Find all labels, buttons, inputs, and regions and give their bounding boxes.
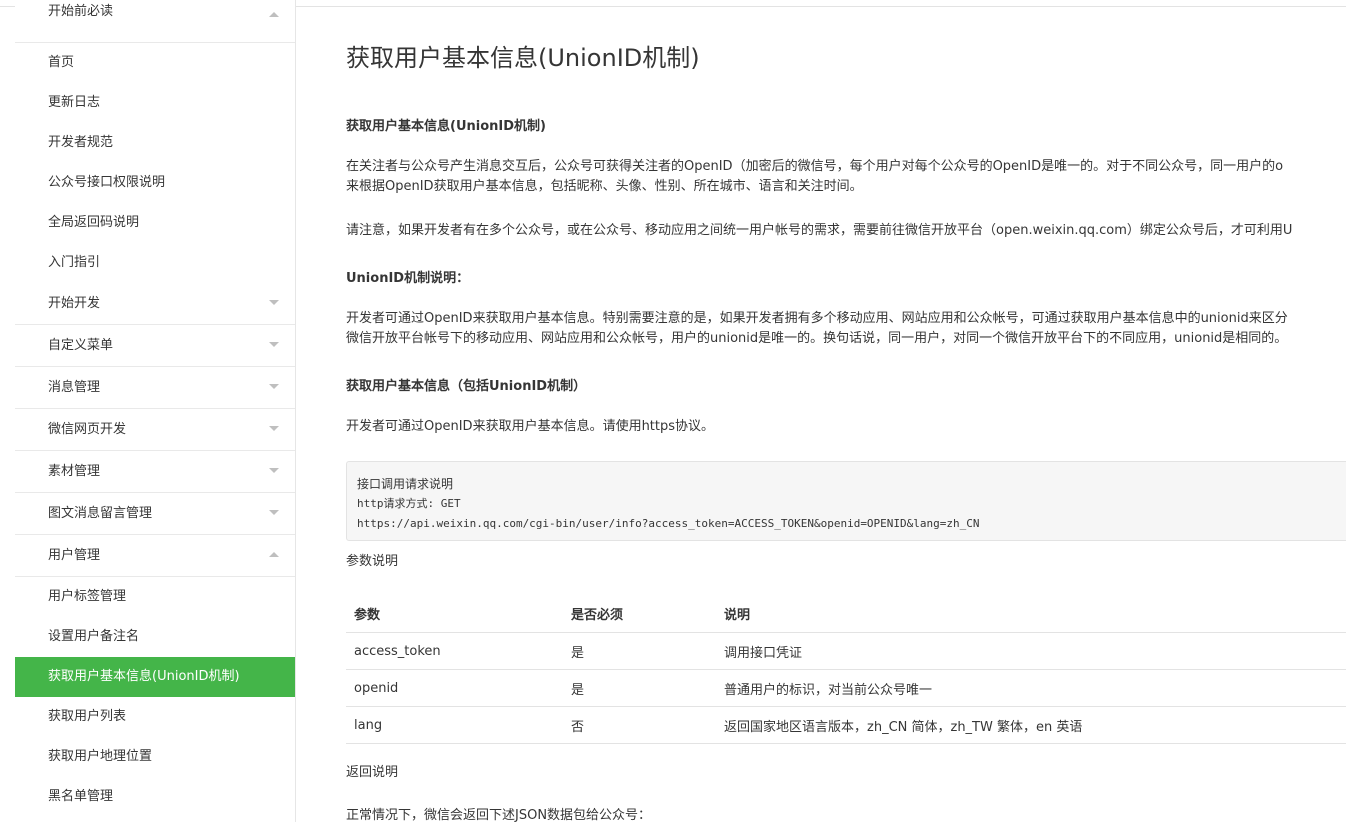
chevron-down-icon[interactable] <box>269 300 279 305</box>
sidebar-item-label: 获取用户地理位置 <box>48 749 153 764</box>
unionid-paragraph-line2: 微信开放平台帐号下的移动应用、网站应用和公众帐号，用户的unionid是唯一的。… <box>346 331 1288 346</box>
sidebar-item-0[interactable]: 开始前必读 <box>15 0 295 43</box>
chevron-down-icon[interactable] <box>269 384 279 389</box>
sidebar-item-label: 获取用户列表 <box>48 709 127 724</box>
table-cell-required: 是 <box>563 632 716 670</box>
table-header-description: 说明 <box>716 595 1346 633</box>
table-cell-required: 是 <box>563 669 716 707</box>
sidebar-item-label: 更新日志 <box>48 95 101 110</box>
sidebar-item-label: 首页 <box>48 55 75 70</box>
section-heading-unionid: UnionID机制说明： <box>346 271 470 286</box>
sidebar-item-16[interactable]: 获取用户基本信息(UnionID机制) <box>15 657 295 697</box>
sidebar-item-11[interactable]: 素材管理 <box>15 451 295 493</box>
sidebar-item-label: 开始开发 <box>48 296 101 311</box>
sidebar-item-10[interactable]: 微信网页开发 <box>15 409 295 451</box>
sidebar-item-label: 获取用户基本信息(UnionID机制) <box>48 669 240 684</box>
sidebar-item-label: 自定义菜单 <box>48 338 114 353</box>
sidebar-item-4[interactable]: 公众号接口权限说明 <box>15 163 295 203</box>
table-header-param: 参数 <box>346 595 563 633</box>
unionid-paragraph-line1: 开发者可通过OpenID来获取用户基本信息。特别需要注意的是，如果开发者拥有多个… <box>346 311 1288 326</box>
sidebar-item-15[interactable]: 设置用户备注名 <box>15 617 295 657</box>
table-row: access_token 是 调用接口凭证 <box>346 632 1346 670</box>
section-heading-get-info: 获取用户基本信息（包括UnionID机制） <box>346 379 587 394</box>
sidebar-item-1[interactable]: 首页 <box>15 43 295 83</box>
table-cell-param: access_token <box>346 632 563 670</box>
sidebar-item-label: 入门指引 <box>48 255 101 270</box>
table-cell-description: 调用接口凭证 <box>716 632 1346 670</box>
table-row: openid 是 普通用户的标识，对当前公众号唯一 <box>346 669 1346 707</box>
https-paragraph: 开发者可通过OpenID来获取用户基本信息。请使用https协议。 <box>346 419 715 434</box>
sidebar-item-label: 公众号接口权限说明 <box>48 175 166 190</box>
table-cell-param: openid <box>346 669 563 707</box>
sidebar-menu: 开始前必读首页更新日志开发者规范公众号接口权限说明 全局返回码说明 入门指引开始开发… <box>15 0 295 817</box>
sidebar-item-17[interactable]: 获取用户列表 <box>15 697 295 737</box>
return-label: 返回说明 <box>346 765 399 780</box>
chevron-down-icon[interactable] <box>269 510 279 515</box>
sidebar-item-label: 黑名单管理 <box>48 789 114 804</box>
sidebar-item-label: 消息管理 <box>48 380 101 395</box>
table-cell-description: 返回国家地区语言版本，zh_CN 简体，zh_TW 繁体，en 英语 <box>716 706 1346 744</box>
note-paragraph: 请注意，如果开发者有在多个公众号，或在公众号、移动应用之间统一用户帐号的需求，需… <box>346 223 1293 238</box>
table-cell-description: 普通用户的标识，对当前公众号唯一 <box>716 669 1346 707</box>
sidebar-item-2[interactable]: 更新日志 <box>15 83 295 123</box>
sidebar-item-label: 开发者规范 <box>48 135 114 150</box>
sidebar-item-8[interactable]: 自定义菜单 <box>15 325 295 367</box>
sidebar-item-label: 开始前必读 <box>48 4 114 19</box>
code-line-method: http请求方式: GET <box>357 497 461 510</box>
table-header-row: 参数 是否必须 说明 <box>346 595 1346 633</box>
intro-paragraph-line1: 在关注者与公众号产生消息交互后，公众号可获得关注者的OpenID（加密后的微信号… <box>346 159 1284 174</box>
params-table: 参数 是否必须 说明 access_token 是 调用接口凭证 openid … <box>346 595 1346 744</box>
sidebar-item-label: 设置用户备注名 <box>48 629 140 644</box>
chevron-down-icon[interactable] <box>269 468 279 473</box>
table-row: lang 否 返回国家地区语言版本，zh_CN 简体，zh_TW 繁体，en 英… <box>346 706 1346 744</box>
intro-paragraph-line2: 来根据OpenID获取用户基本信息，包括昵称、头像、性别、所在城市、语言和关注时… <box>346 179 863 194</box>
chevron-down-icon[interactable] <box>269 342 279 347</box>
sidebar-item-12[interactable]: 图文消息留言管理 <box>15 493 295 535</box>
sidebar-item-6[interactable]: 入门指引 <box>15 243 295 283</box>
sidebar-item-label: 图文消息留言管理 <box>48 506 153 521</box>
sidebar-item-label: 用户管理 <box>48 548 101 563</box>
sidebar-item-9[interactable]: 消息管理 <box>15 367 295 409</box>
sidebar-item-label: 用户标签管理 <box>48 589 127 604</box>
sidebar-item-7[interactable]: 开始开发 <box>15 283 295 325</box>
sidebar-nav: 开始前必读首页更新日志开发者规范公众号接口权限说明 全局返回码说明 入门指引开始开发… <box>15 0 296 822</box>
sidebar-item-14[interactable]: 用户标签管理 <box>15 577 295 617</box>
sidebar-item-18[interactable]: 获取用户地理位置 <box>15 737 295 777</box>
code-block: 接口调用请求说明 http请求方式: GET https://api.weixi… <box>346 461 1346 541</box>
table-cell-param: lang <box>346 706 563 744</box>
sidebar-item-13[interactable]: 用户管理 <box>15 535 295 577</box>
sidebar-item-3[interactable]: 开发者规范 <box>15 123 295 163</box>
sidebar-item-5[interactable]: 全局返回码说明 <box>15 203 295 243</box>
chevron-down-icon[interactable] <box>269 426 279 431</box>
sidebar-item-label: 微信网页开发 <box>48 422 127 437</box>
code-line-title: 接口调用请求说明 <box>357 477 454 491</box>
chevron-up-icon[interactable] <box>269 552 279 557</box>
sidebar-item-label: 素材管理 <box>48 464 101 479</box>
sidebar-item-19[interactable]: 黑名单管理 <box>15 777 295 817</box>
table-header-required: 是否必须 <box>563 595 716 633</box>
code-line-url[interactable]: https://api.weixin.qq.com/cgi-bin/user/i… <box>357 514 1346 534</box>
chevron-up-icon[interactable] <box>269 12 279 17</box>
params-label: 参数说明 <box>346 554 399 569</box>
return-paragraph: 正常情况下，微信会返回下述JSON数据包给公众号： <box>346 808 652 822</box>
table-cell-required: 否 <box>563 706 716 744</box>
main-content: 获取用户基本信息(UnionID机制) 获取用户基本信息(UnionID机制) … <box>346 0 1346 822</box>
sidebar-item-label: 全局返回码说明 <box>48 215 140 230</box>
page-title: 获取用户基本信息(UnionID机制) <box>346 44 700 72</box>
section-heading-intro: 获取用户基本信息(UnionID机制) <box>346 119 546 134</box>
